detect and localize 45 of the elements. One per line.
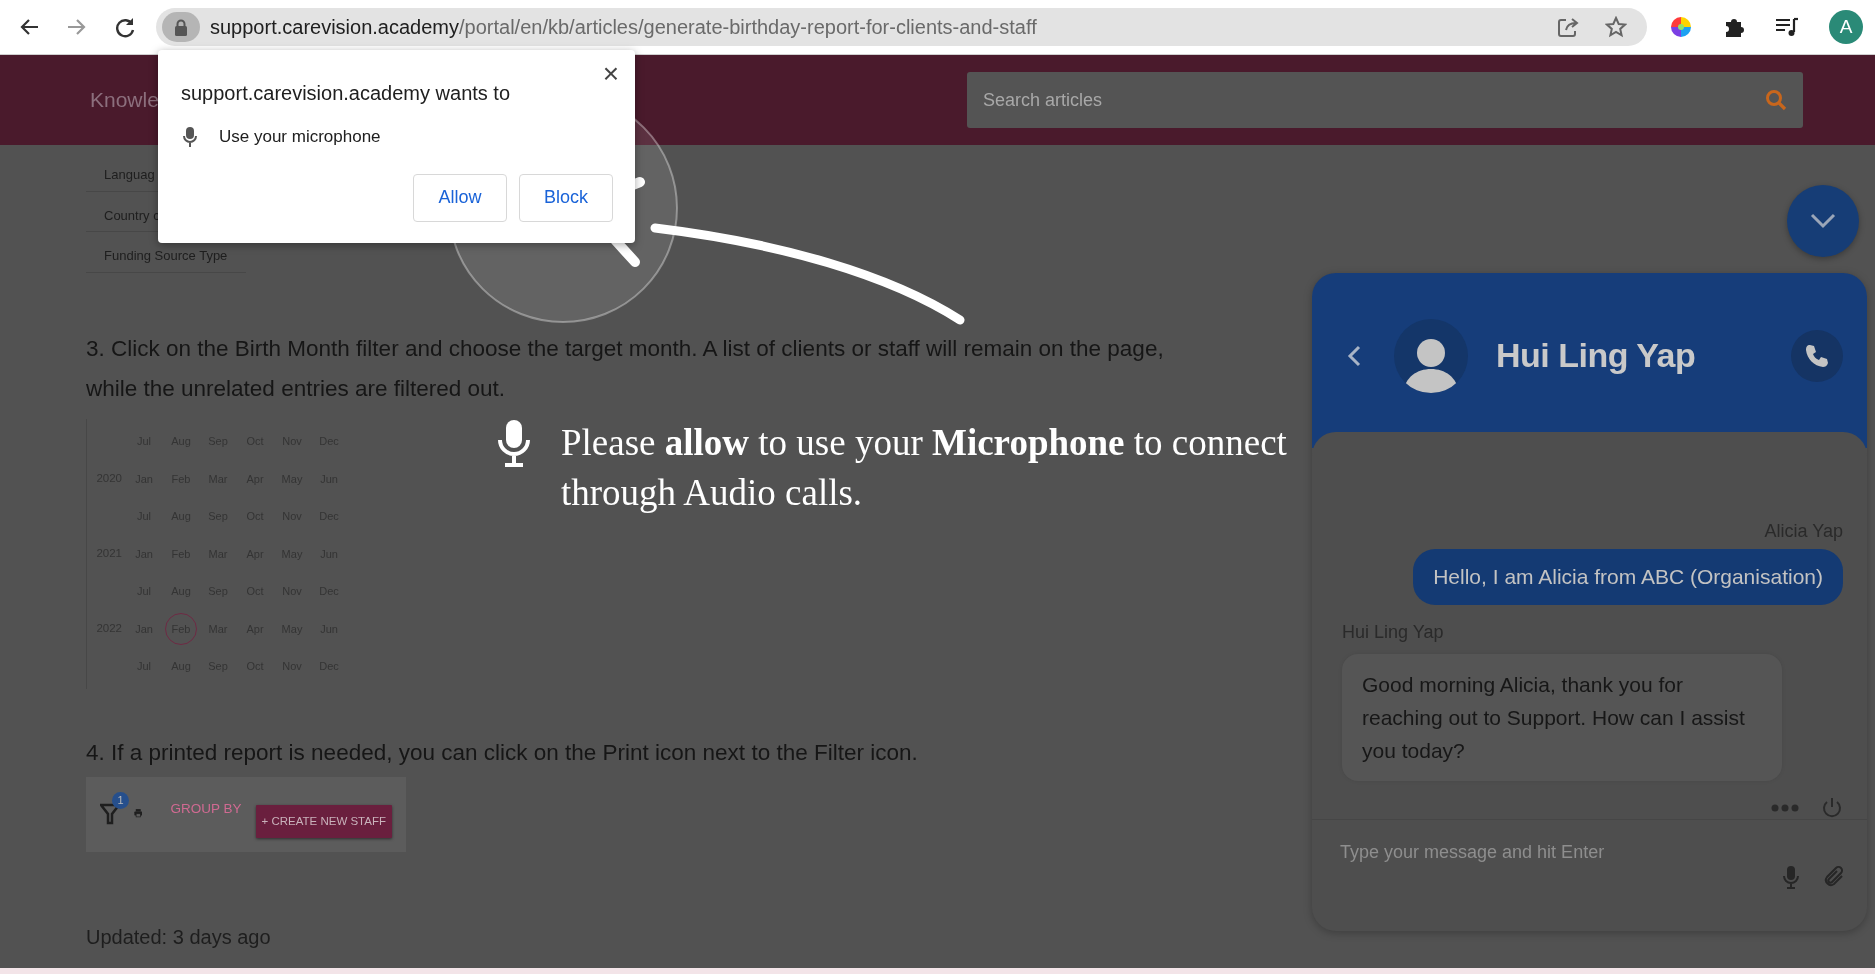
instruction-text: Please allow to use your Microphone to connect through Audio calls. — [561, 421, 1288, 515]
profile-button[interactable]: A — [1829, 10, 1863, 44]
address-bar[interactable]: support.carevision.academy/portal/en/kb/articles/generate-birthday-report-for-clients-and-staff — [156, 8, 1647, 46]
step-text: 3. Click on the Birth Month filter and choose the target month. A list of clients or staff will remain on the page, while the unrelated entries are filtered out. — [86, 334, 1165, 403]
permission-request: Use your microphone — [219, 126, 381, 148]
funnel-icon — [100, 802, 120, 825]
search-field[interactable]: Search articles — [967, 72, 1803, 128]
more-dots-icon — [1771, 803, 1799, 812]
microphone-icon — [497, 418, 531, 468]
bookmark-button[interactable] — [1605, 16, 1627, 38]
paperclip-icon — [1823, 864, 1845, 889]
count-badge: 1 — [112, 792, 129, 809]
allow-button[interactable]: Allow — [413, 173, 507, 222]
star-icon — [1605, 16, 1627, 38]
reload-icon — [114, 16, 136, 38]
create-staff-button[interactable]: + CREATE NEW STAFF — [255, 805, 392, 839]
contact-name: Hui Ling Yap — [1496, 335, 1697, 376]
share-button[interactable] — [1557, 16, 1579, 38]
share-icon — [1557, 16, 1579, 38]
media-button[interactable] — [1775, 16, 1799, 38]
chevron-left-icon — [1347, 345, 1361, 368]
search-icon — [1765, 89, 1787, 111]
media-queue-icon — [1775, 16, 1799, 38]
block-button[interactable]: Block — [519, 173, 613, 222]
extension-button[interactable] — [1669, 15, 1693, 39]
url-text: support.carevision.academy/portal/en/kb/articles/generate-birthday-report-for-clients-and-staff — [210, 15, 1037, 40]
extensions-button[interactable] — [1723, 16, 1745, 38]
message-input[interactable]: Type your message and hit Enter — [1338, 837, 1845, 867]
step-text: 4. If a printed report is needed, you can click on the Print icon next to the Filter icon. — [86, 739, 919, 767]
message-bubble: Good morning Alicia, thank you for reaching out to Support. How can I assist you today? — [1342, 653, 1782, 781]
site-title: Knowle — [90, 87, 159, 114]
message-bubble: Hello, I am Alicia from ABC (Organisation) — [1413, 549, 1843, 605]
microphone-icon — [183, 126, 197, 147]
puzzle-icon — [1723, 16, 1745, 38]
group-by-label: GROUP BY — [170, 800, 242, 818]
dialog-title: support.carevision.academy wants to — [181, 81, 512, 106]
phone-icon — [1805, 343, 1829, 368]
call-button[interactable] — [1791, 329, 1843, 382]
close-button[interactable]: × — [598, 58, 623, 90]
lock-icon — [174, 18, 188, 36]
site-info-button[interactable] — [162, 12, 200, 42]
chevron-down-icon — [1810, 213, 1836, 229]
power-icon — [1821, 796, 1843, 819]
microphone-icon — [1783, 864, 1799, 889]
color-wheel-icon — [1669, 15, 1693, 39]
